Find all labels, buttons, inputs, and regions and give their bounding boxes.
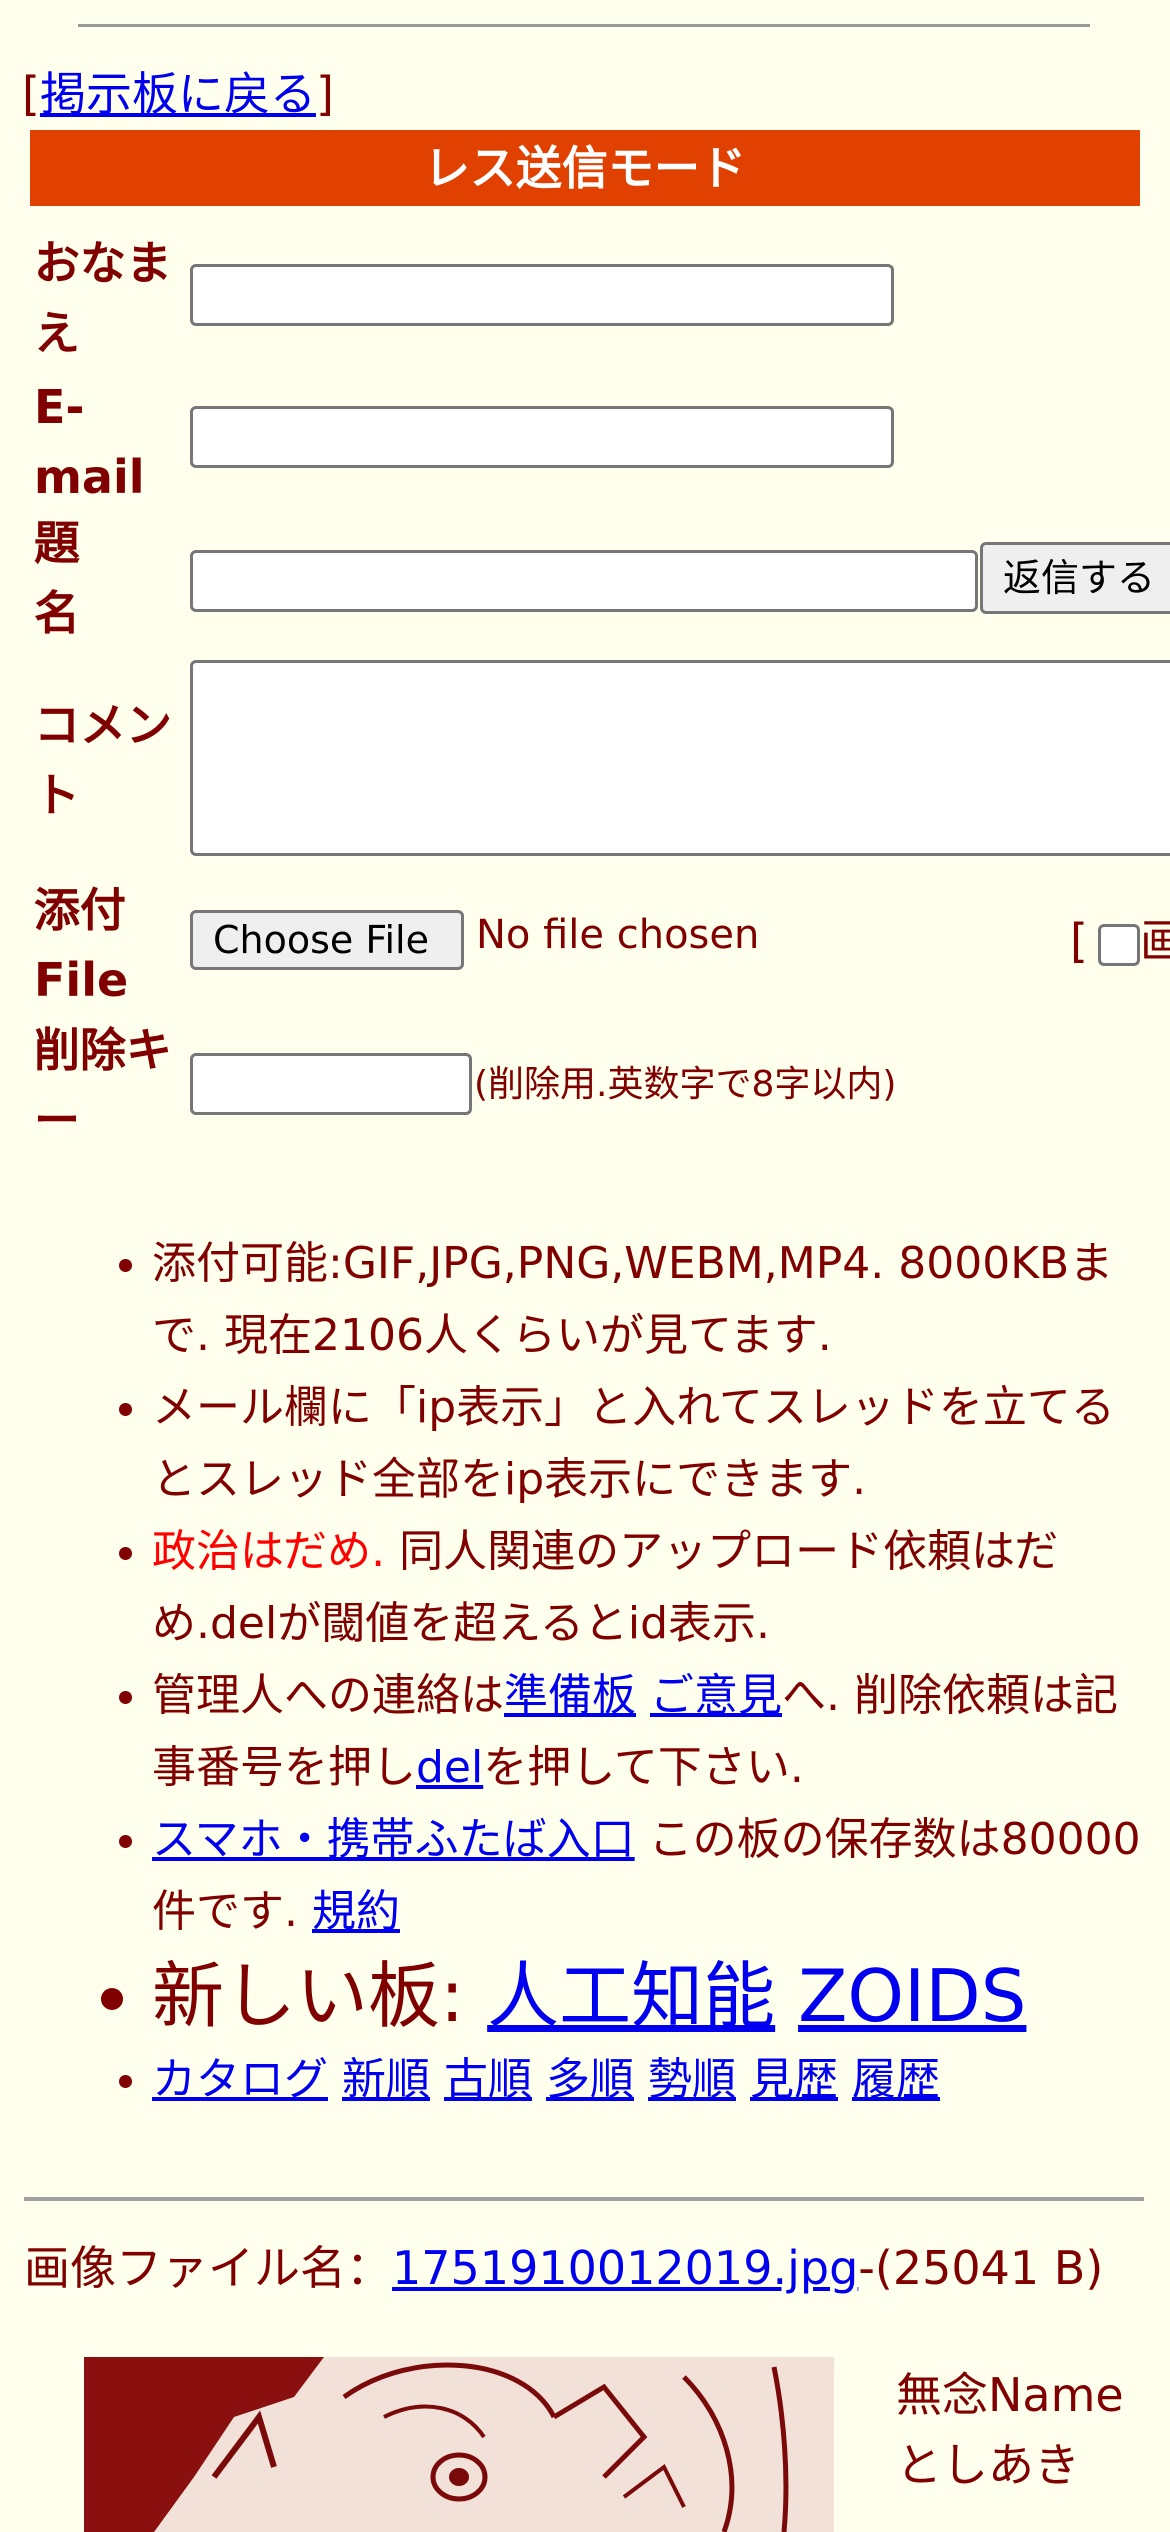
del-link[interactable]: del	[416, 1742, 483, 1793]
sort-new-link[interactable]: 新順	[342, 2054, 430, 2105]
thumbnail-sketch	[84, 2357, 834, 2532]
new-boards-label: 新しい板:	[152, 1954, 488, 2038]
prep-board-link[interactable]: 準備板	[504, 1670, 636, 1721]
post-poster-name: としあき	[896, 2438, 1080, 2492]
politics-warning: 政治はだめ.	[152, 1526, 386, 1577]
back-nav: [掲示板に戻る]	[22, 67, 334, 121]
viewed-history-link[interactable]: 見歴	[750, 2054, 838, 2105]
top-divider	[78, 24, 1090, 27]
new-board-ai-link[interactable]: 人工知能	[487, 1954, 775, 2038]
sort-momentum-link[interactable]: 勢順	[648, 2054, 736, 2105]
file-label: 添付File	[34, 883, 129, 1007]
rule-item: メール欄に「ip表示」と入れてスレッドを立てるとスレッド全部をip表示にできます…	[152, 1372, 1142, 1516]
terms-link[interactable]: 規約	[312, 1886, 400, 1937]
rule-item: スマホ・携帯ふたば入口 この板の保存数は80000件です. 規約	[152, 1804, 1142, 1948]
image-file-link[interactable]: 1751910012019.jpg	[392, 2241, 858, 2295]
subject-label: 題名	[34, 516, 80, 640]
reply-mode-banner: レス送信モード	[30, 130, 1140, 206]
name-input[interactable]	[190, 264, 894, 326]
reply-submit-button[interactable]: 返信する	[980, 542, 1170, 614]
back-to-board-link[interactable]: 掲示板に戻る	[40, 67, 316, 121]
comment-label: コメント	[34, 698, 172, 822]
rule-text: 管理人への連絡は	[152, 1670, 504, 1721]
file-info-label: 画像ファイル名：	[24, 2241, 392, 2295]
post-header: 無念Name としあき	[896, 2360, 1124, 2500]
email-label: E-mail	[34, 380, 145, 504]
rule-text: を押して下さい.	[483, 1742, 804, 1793]
choose-file-button[interactable]: Choose File	[190, 910, 464, 970]
feedback-link[interactable]: ご意見	[650, 1670, 782, 1721]
email-input[interactable]	[190, 406, 894, 468]
delete-key-label: 削除キー	[34, 1023, 172, 1147]
image-option: [画	[1070, 905, 1170, 971]
image-file-info: 画像ファイル名：1751910012019.jpg-(25041 B)	[24, 2238, 1144, 2298]
rule-text: メール欄に「ip表示」と入れてスレッドを立てるとスレッド全部をip表示にできます…	[152, 1382, 1115, 1505]
rule-text: 添付可能:GIF,JPG,PNG,WEBM,MP4. 8000KBまで. 現在2…	[152, 1238, 1114, 1361]
new-boards-item: 新しい板: 人工知能 ZOIDS	[152, 1948, 1142, 2044]
post-name-line: 無念Name	[896, 2368, 1124, 2422]
subject-input[interactable]	[190, 550, 978, 612]
image-option-label: 画	[1139, 914, 1170, 968]
post-history-link[interactable]: 履歴	[852, 2054, 940, 2105]
file-size: -(25041 B)	[858, 2241, 1104, 2295]
file-status-text: No file chosen	[476, 912, 760, 958]
sort-many-link[interactable]: 多順	[546, 2054, 634, 2105]
sort-links-item: カタログ 新順 古順 多順 勢順 見歴 履歴	[152, 2044, 1142, 2116]
comment-textarea[interactable]	[190, 660, 1170, 856]
rule-item: 管理人への連絡は準備板 ご意見へ. 削除依頼は記事番号を押しdelを押して下さい…	[152, 1660, 1142, 1804]
delete-key-note: (削除用.英数字で8字以内)	[474, 1064, 897, 1105]
rule-item: 政治はだめ. 同人関連のアップロード依頼はだめ.delが閾値を超えるとid表示.	[152, 1516, 1142, 1660]
new-board-zoids-link[interactable]: ZOIDS	[798, 1954, 1026, 2038]
sort-old-link[interactable]: 古順	[444, 2054, 532, 2105]
delete-key-input[interactable]	[190, 1053, 472, 1115]
rule-item: 添付可能:GIF,JPG,PNG,WEBM,MP4. 8000KBまで. 現在2…	[152, 1228, 1142, 1372]
board-rules-list: 添付可能:GIF,JPG,PNG,WEBM,MP4. 8000KBまで. 現在2…	[0, 1228, 1142, 2116]
catalog-link[interactable]: カタログ	[152, 2054, 328, 2105]
name-label: おなまえ	[34, 236, 172, 360]
thread-divider	[24, 2197, 1144, 2201]
post-thumbnail-image[interactable]	[84, 2357, 834, 2532]
mobile-entrance-link[interactable]: スマホ・携帯ふたば入口	[152, 1814, 635, 1865]
image-option-checkbox[interactable]	[1097, 923, 1140, 966]
